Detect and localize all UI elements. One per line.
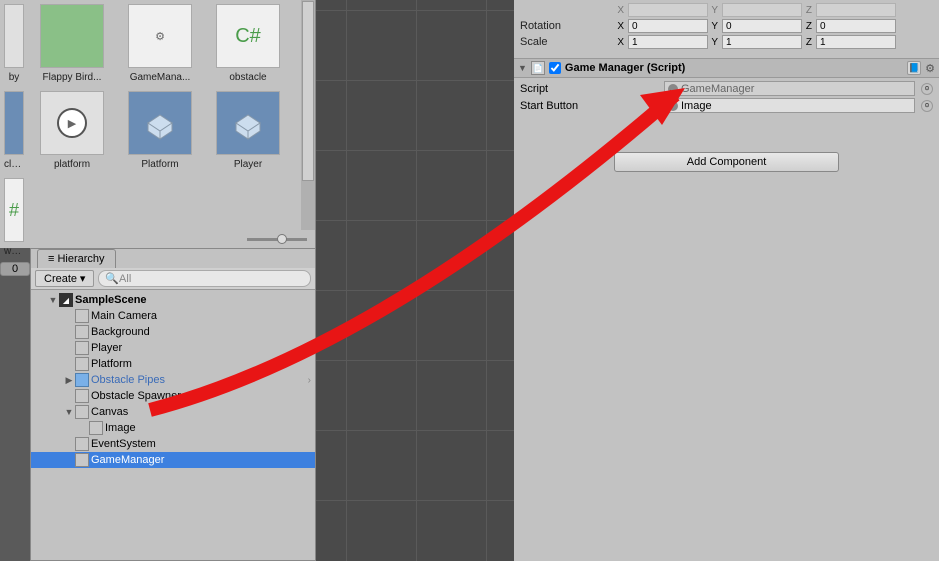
hierarchy-item-label: Main Camera <box>91 310 157 322</box>
hierarchy-panel: ≡ Hierarchy Create ▾ 🔍All ▼ ◢ SampleScen… <box>30 248 316 561</box>
position-x-input[interactable] <box>628 3 708 17</box>
expand-arrow-icon[interactable]: ▼ <box>47 295 59 305</box>
asset-item[interactable]: ▶platform <box>32 91 112 170</box>
hierarchy-search[interactable]: 🔍All <box>98 270 311 287</box>
prefab-icon <box>228 103 268 143</box>
asset-item[interactable]: Player <box>208 91 288 170</box>
hierarchy-item-label: GameManager <box>91 454 164 466</box>
slider-thumb[interactable] <box>277 234 287 244</box>
hierarchy-item-label: Canvas <box>91 406 128 418</box>
project-assets-panel: by Flappy Bird... ⚙GameMana... C#obstacl… <box>0 0 316 248</box>
inspector-panel: X Y Z Rotation X Y Z Scale X Y Z ▼ 📄 Gam… <box>514 0 939 561</box>
scale-y-input[interactable] <box>722 35 802 49</box>
transform-component: X Y Z Rotation X Y Z Scale X Y Z <box>514 0 939 52</box>
console-badge[interactable]: 0 <box>0 262 30 276</box>
gameobject-obj-icon <box>668 101 678 111</box>
hierarchy-item-label: Platform <box>91 358 132 370</box>
position-z-input[interactable] <box>816 3 896 17</box>
hierarchy-item[interactable]: ▼ Canvas <box>31 404 315 420</box>
gameobject-icon <box>75 437 89 451</box>
gameobject-icon <box>75 357 89 371</box>
search-icon: 🔍 <box>105 272 119 285</box>
hierarchy-item-label: Image <box>105 422 136 434</box>
rotation-x-input[interactable] <box>628 19 708 33</box>
scale-z-input[interactable] <box>816 35 896 49</box>
gameobject-icon <box>75 373 89 387</box>
component-enable-checkbox[interactable] <box>549 62 561 74</box>
hierarchy-item-label: EventSystem <box>91 438 156 450</box>
gear-icon[interactable]: ⚙ <box>925 62 935 75</box>
scrollbar-thumb[interactable] <box>302 1 314 181</box>
object-picker-icon[interactable]: ⊙ <box>921 100 933 112</box>
expand-arrow-icon[interactable]: ▶ <box>63 375 75 386</box>
chevron-right-icon[interactable]: › <box>308 375 311 386</box>
help-icon[interactable]: 📘 <box>907 61 921 75</box>
asset-grid: cle S... ▶platform Platform Player <box>0 87 315 174</box>
hierarchy-item[interactable]: Image <box>31 420 315 436</box>
scene-row[interactable]: ▼ ◢ SampleScene <box>31 292 315 308</box>
object-picker-icon[interactable]: ⊙ <box>921 83 933 95</box>
hierarchy-item[interactable]: Background <box>31 324 315 340</box>
rotation-z-input[interactable] <box>816 19 896 33</box>
gameobject-icon <box>89 421 103 435</box>
gameobject-icon <box>75 309 89 323</box>
hierarchy-item[interactable]: GameManager <box>31 452 315 468</box>
unity-icon: ◢ <box>59 293 73 307</box>
scale-x-input[interactable] <box>628 35 708 49</box>
asset-item[interactable]: Flappy Bird... <box>32 4 112 83</box>
hierarchy-toolbar: Create ▾ 🔍All <box>31 268 315 290</box>
asset-grid: by Flappy Bird... ⚙GameMana... C#obstacl… <box>0 0 315 87</box>
expand-arrow-icon[interactable]: ▼ <box>518 63 527 73</box>
hierarchy-item-label: Obstacle Spawner <box>91 390 181 402</box>
hierarchy-item-label: Obstacle Pipes <box>91 374 165 386</box>
hierarchy-item-label: Background <box>91 326 150 338</box>
hierarchy-item[interactable]: ▶ Obstacle Pipes › <box>31 372 315 388</box>
script-field: GameManager <box>664 81 915 96</box>
hierarchy-tree: ▼ ◢ SampleScene Main Camera Background Pla… <box>31 290 315 470</box>
scrollbar-vertical[interactable] <box>301 0 315 230</box>
asset-item[interactable]: cle S... <box>4 91 24 170</box>
thumbnail-size-slider[interactable] <box>247 234 307 246</box>
gear-icon: ⚙ <box>155 30 165 43</box>
dropdown-icon: ▾ <box>80 273 86 285</box>
create-button[interactable]: Create ▾ <box>35 270 94 287</box>
expand-arrow-icon[interactable]: ▼ <box>63 407 75 417</box>
asset-item[interactable]: #wner <box>4 178 24 257</box>
hierarchy-item[interactable]: EventSystem <box>31 436 315 452</box>
rotation-y-input[interactable] <box>722 19 802 33</box>
hierarchy-item[interactable]: Platform <box>31 356 315 372</box>
hierarchy-item[interactable]: Player <box>31 340 315 356</box>
gameobject-icon <box>75 325 89 339</box>
component-header-gamemanager[interactable]: ▼ 📄 Game Manager (Script) 📘 ⚙ <box>514 58 939 78</box>
position-y-input[interactable] <box>722 3 802 17</box>
gameobject-icon <box>75 341 89 355</box>
add-component-button[interactable]: Add Component <box>614 152 839 172</box>
play-icon: ▶ <box>57 108 87 138</box>
asset-item[interactable]: C#obstacle <box>208 4 288 83</box>
scene-viewport[interactable] <box>316 0 514 561</box>
hierarchy-item-label: Player <box>91 342 122 354</box>
gameobject-icon <box>75 453 89 467</box>
start-button-field[interactable]: Image <box>664 98 915 113</box>
component-body-gamemanager: Script GameManager ⊙ Start Button Image … <box>514 78 939 122</box>
gameobject-icon <box>75 405 89 419</box>
hierarchy-item[interactable]: Main Camera <box>31 308 315 324</box>
hierarchy-item[interactable]: Obstacle Spawner <box>31 388 315 404</box>
asset-item[interactable]: by <box>4 4 24 83</box>
prefab-icon <box>140 103 180 143</box>
asset-item[interactable]: ⚙GameMana... <box>120 4 200 83</box>
gameobject-icon <box>75 389 89 403</box>
script-obj-icon <box>668 84 678 94</box>
tab-hierarchy[interactable]: ≡ Hierarchy <box>37 249 116 268</box>
asset-item[interactable]: Platform <box>120 91 200 170</box>
script-icon: 📄 <box>531 61 545 75</box>
